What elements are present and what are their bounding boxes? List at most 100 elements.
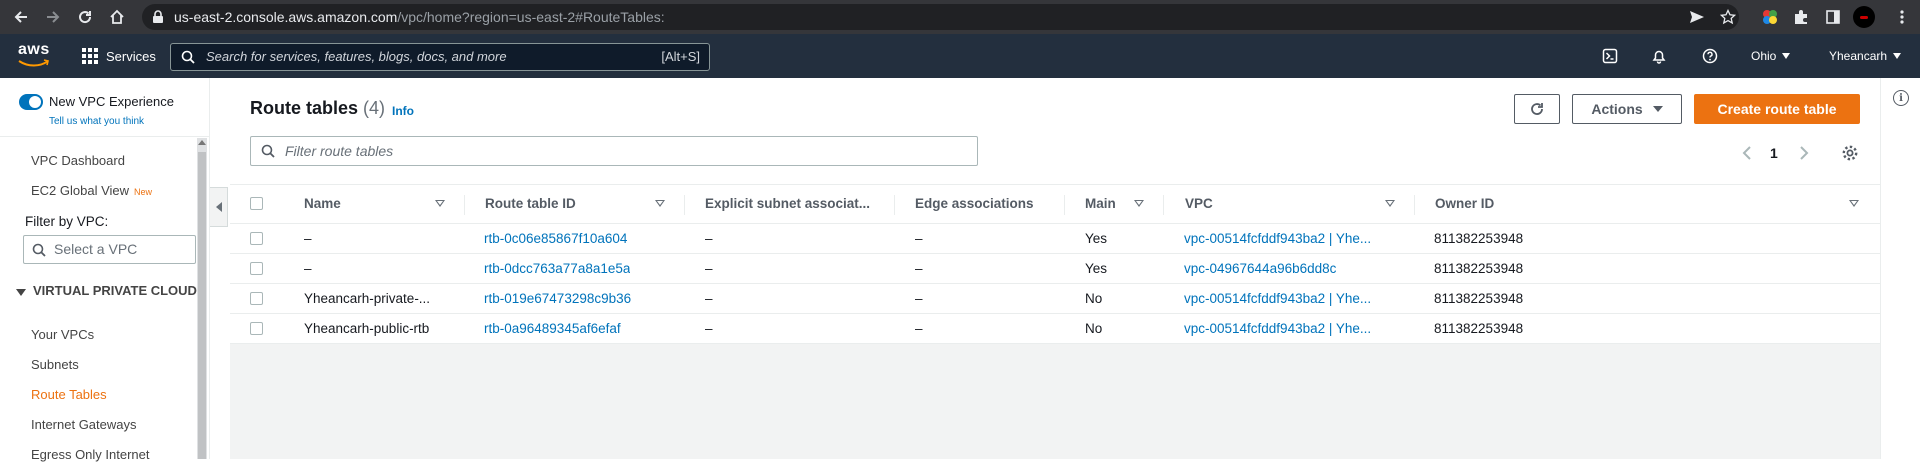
- search-icon: [32, 243, 46, 262]
- refresh-button[interactable]: [1514, 94, 1560, 124]
- cell-vpc[interactable]: vpc-04967644a96b6dd8c: [1184, 254, 1402, 283]
- chevron-down-icon: [1893, 53, 1902, 59]
- previous-page-icon[interactable]: [1742, 144, 1752, 162]
- column-header-explicit-subnet[interactable]: Explicit subnet associat...: [705, 185, 873, 223]
- column-header-vpc[interactable]: VPC: [1185, 185, 1213, 223]
- profile-avatar[interactable]: [1853, 6, 1875, 28]
- select-all-checkbox[interactable]: [250, 197, 263, 210]
- column-header-edge-associations[interactable]: Edge associations: [915, 185, 1034, 223]
- row-checkbox[interactable]: [250, 232, 263, 245]
- sort-icon[interactable]: [1849, 200, 1859, 207]
- sort-icon[interactable]: [1385, 200, 1395, 207]
- notifications-bell-icon[interactable]: [1650, 47, 1668, 65]
- cell-route-table-id[interactable]: rtb-0c06e85867f10a604: [484, 224, 627, 253]
- sidebar-scrollbar[interactable]: [197, 138, 207, 459]
- sort-icon[interactable]: [1134, 200, 1144, 207]
- services-label: Services: [106, 48, 156, 64]
- feedback-link[interactable]: Tell us what you think: [49, 116, 144, 127]
- table-row[interactable]: Yheancarh-private-... rtb-019e67473298c9…: [230, 284, 1880, 314]
- cell-vpc[interactable]: vpc-00514fcfddf943ba2 | Yhe...: [1184, 224, 1402, 253]
- table-row[interactable]: – rtb-0dcc763a77a8a1e5a – – Yes vpc-0496…: [230, 254, 1880, 284]
- cell-vpc[interactable]: vpc-00514fcfddf943ba2 | Yhe...: [1184, 314, 1402, 343]
- side-panel-icon[interactable]: [1824, 8, 1842, 26]
- route-tables-panel: Route tables (4) Info Actions Create rou…: [230, 78, 1880, 344]
- bookmark-star-icon[interactable]: [1719, 8, 1737, 26]
- table-row[interactable]: Yheancarh-public-rtb rtb-0a96489345af6ef…: [230, 314, 1880, 344]
- forward-icon[interactable]: [42, 6, 64, 28]
- row-checkbox[interactable]: [250, 262, 263, 275]
- region-selector[interactable]: Ohio: [1751, 34, 1791, 78]
- route-table-count: (4): [363, 98, 386, 118]
- scrollbar-thumb[interactable]: [198, 152, 206, 459]
- cell-main: No: [1085, 291, 1103, 306]
- chevron-down-icon: [1782, 53, 1791, 59]
- sort-icon[interactable]: [435, 200, 445, 207]
- sidebar-item-internet-gateways[interactable]: Internet Gateways: [31, 417, 137, 432]
- column-header-route-table-id[interactable]: Route table ID: [485, 185, 576, 223]
- search-input[interactable]: Search for services, features, blogs, do…: [170, 43, 710, 71]
- vpc-select-placeholder: Select a VPC: [54, 241, 138, 257]
- search-icon: [261, 144, 275, 163]
- table-settings-gear-icon[interactable]: [1841, 144, 1859, 162]
- scroll-up-icon[interactable]: [198, 140, 206, 145]
- aws-logo[interactable]: aws: [18, 41, 52, 71]
- column-divider[interactable]: [1163, 195, 1164, 215]
- browser-menu-icon[interactable]: [1893, 8, 1911, 26]
- sidebar-item-route-tables[interactable]: Route Tables: [31, 387, 107, 402]
- collapse-sidebar-button[interactable]: [210, 187, 228, 227]
- home-icon[interactable]: [106, 6, 128, 28]
- cell-edge-associations: –: [915, 261, 923, 276]
- extensions-puzzle-icon[interactable]: [1792, 8, 1810, 26]
- search-placeholder: Search for services, features, blogs, do…: [206, 49, 507, 64]
- info-icon[interactable]: i: [1893, 90, 1909, 106]
- account-label: Yheancarh: [1829, 49, 1888, 63]
- reload-icon[interactable]: [74, 6, 96, 28]
- column-header-owner-id[interactable]: Owner ID: [1435, 185, 1494, 223]
- cell-owner-id: 811382253948: [1434, 261, 1524, 276]
- cloudshell-icon[interactable]: [1601, 47, 1619, 65]
- sidebar-item-egress-only-internet[interactable]: Egress Only Internet: [31, 447, 150, 462]
- actions-button[interactable]: Actions: [1572, 94, 1682, 124]
- column-divider[interactable]: [894, 195, 895, 215]
- back-icon[interactable]: [10, 6, 32, 28]
- row-checkbox[interactable]: [250, 322, 263, 335]
- vpc-select[interactable]: Select a VPC: [23, 235, 196, 264]
- sidebar-item-your-vpcs[interactable]: Your VPCs: [31, 327, 94, 342]
- services-menu[interactable]: Services: [82, 34, 156, 78]
- sort-icon[interactable]: [655, 200, 665, 207]
- filter-route-tables-input[interactable]: Filter route tables: [250, 136, 978, 166]
- info-link[interactable]: Info: [392, 104, 414, 118]
- column-divider[interactable]: [1414, 195, 1415, 215]
- filter-by-vpc-label: Filter by VPC:: [25, 214, 109, 229]
- send-icon[interactable]: [1688, 8, 1706, 26]
- create-route-table-button[interactable]: Create route table: [1694, 94, 1860, 124]
- vpc-section-heading[interactable]: VIRTUAL PRIVATE CLOUD: [16, 282, 197, 300]
- account-menu[interactable]: Yheancarh: [1829, 34, 1902, 78]
- row-checkbox[interactable]: [250, 292, 263, 305]
- new-vpc-experience-toggle[interactable]: [19, 94, 43, 110]
- page-number[interactable]: 1: [1770, 144, 1778, 162]
- lock-icon: [152, 10, 164, 24]
- column-divider[interactable]: [464, 195, 465, 215]
- table-row[interactable]: – rtb-0c06e85867f10a604 – – Yes vpc-0051…: [230, 224, 1880, 254]
- cell-vpc[interactable]: vpc-00514fcfddf943ba2 | Yhe...: [1184, 284, 1402, 313]
- search-icon: [181, 50, 195, 69]
- cell-route-table-id[interactable]: rtb-0a96489345af6efaf: [484, 314, 621, 343]
- help-icon[interactable]: [1701, 47, 1719, 65]
- cell-name: Yheancarh-public-rtb: [304, 321, 430, 336]
- sidebar-item-ec2-global-view[interactable]: EC2 Global View New: [31, 183, 152, 198]
- column-header-main[interactable]: Main: [1085, 185, 1116, 223]
- column-header-name[interactable]: Name: [304, 185, 341, 223]
- column-divider[interactable]: [1064, 195, 1065, 215]
- cell-edge-associations: –: [915, 321, 923, 336]
- cell-explicit-subnet: –: [705, 261, 713, 276]
- color-extension-icon[interactable]: [1761, 8, 1779, 26]
- sidebar-item-subnets[interactable]: Subnets: [31, 357, 79, 372]
- address-bar[interactable]: us-east-2.console.aws.amazon.com/vpc/hom…: [142, 4, 1739, 30]
- sidebar-item-vpc-dashboard[interactable]: VPC Dashboard: [31, 153, 125, 168]
- cell-route-table-id[interactable]: rtb-0dcc763a77a8a1e5a: [484, 254, 630, 283]
- cell-name: –: [304, 261, 312, 276]
- column-divider[interactable]: [684, 195, 685, 215]
- cell-route-table-id[interactable]: rtb-019e67473298c9b36: [484, 284, 631, 313]
- next-page-icon[interactable]: [1799, 144, 1809, 162]
